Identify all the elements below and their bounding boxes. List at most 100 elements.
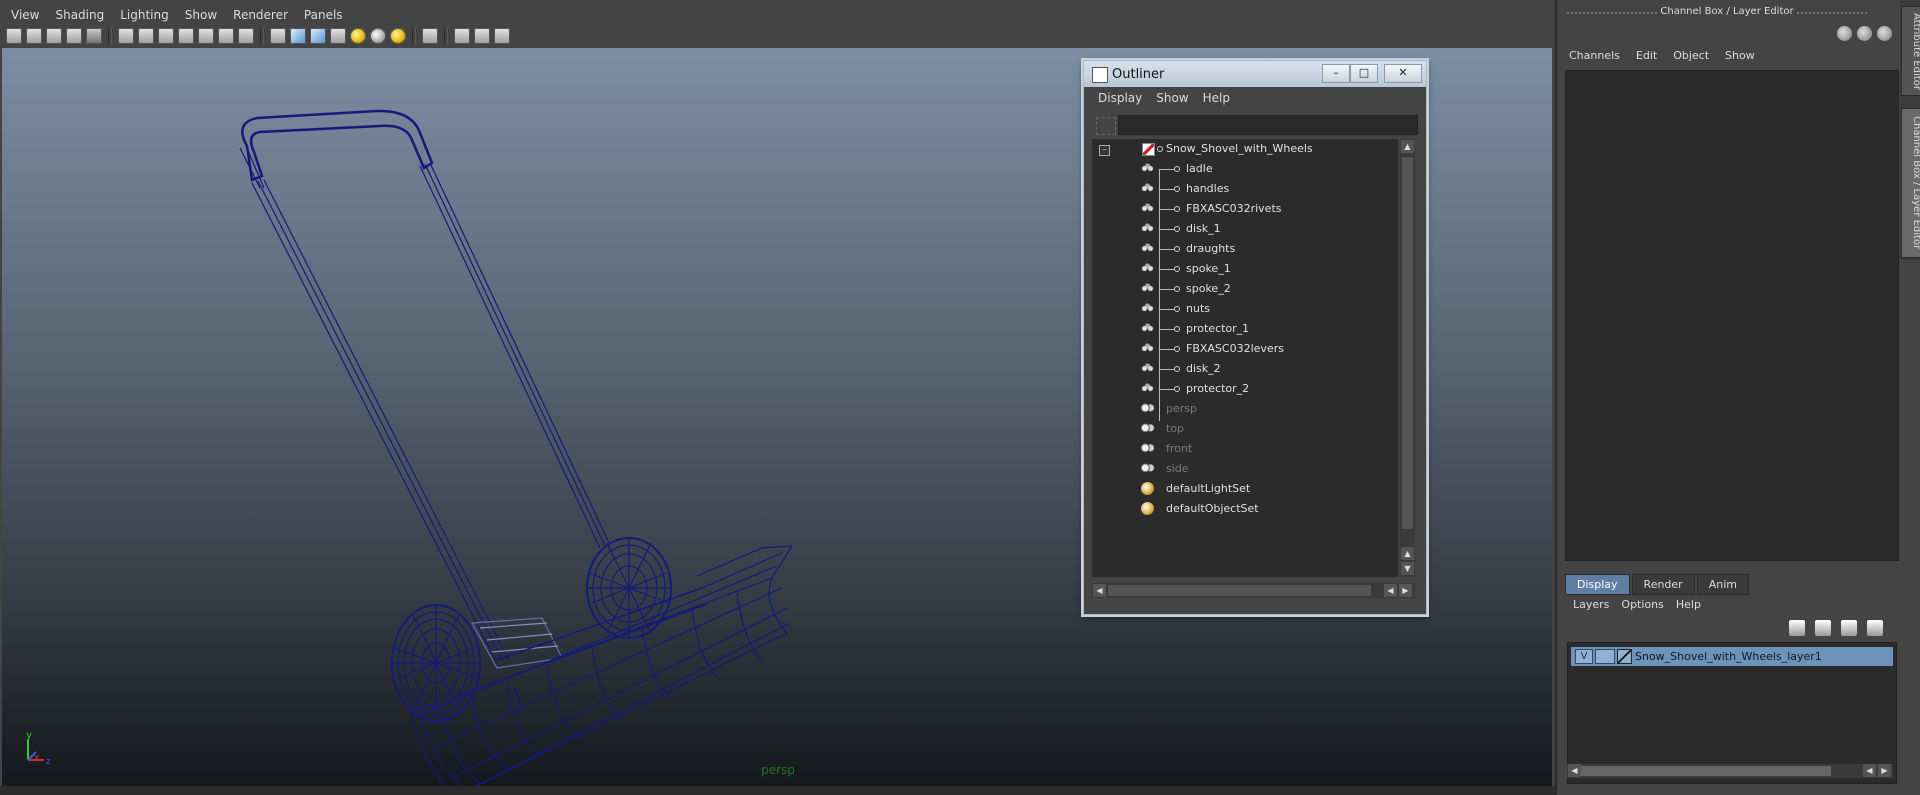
gate-mask-icon[interactable]: [178, 28, 194, 44]
tree-item[interactable]: nuts: [1092, 299, 1392, 319]
tab-anim[interactable]: Anim: [1696, 574, 1749, 595]
2d-pan-zoom-icon[interactable]: [86, 28, 102, 44]
scroll-up-icon[interactable]: ▲: [1401, 140, 1414, 153]
tab-display[interactable]: Display: [1565, 574, 1630, 595]
tree-item-root[interactable]: – Snow_Shovel_with_Wheels: [1092, 139, 1392, 159]
menu-panels[interactable]: Panels: [304, 8, 343, 22]
menu-object[interactable]: Object: [1673, 49, 1709, 62]
layer-row[interactable]: V Snow_Shovel_with_Wheels_layer1: [1571, 647, 1893, 666]
safe-action-icon[interactable]: [218, 28, 234, 44]
tree-item-set[interactable]: defaultObjectSet: [1092, 499, 1392, 519]
menu-options[interactable]: Options: [1621, 598, 1663, 611]
shadows-icon[interactable]: [370, 28, 386, 44]
outliner-titlebar[interactable]: Outliner – □ ✕: [1084, 61, 1426, 87]
new-empty-layer-icon[interactable]: [1841, 620, 1857, 636]
tab-attribute-editor[interactable]: Attribute Editor: [1901, 6, 1920, 96]
film-gate-icon[interactable]: [138, 28, 154, 44]
scroll-left-icon[interactable]: ◀: [1093, 584, 1106, 597]
share-icon[interactable]: [494, 28, 510, 44]
tree-item[interactable]: protector_1: [1092, 319, 1392, 339]
scroll-thumb[interactable]: [1581, 766, 1831, 776]
outliner-vertical-scrollbar[interactable]: ▲ ▲ ▼: [1400, 139, 1415, 577]
create-layer-icon[interactable]: [1867, 620, 1883, 636]
textured-icon[interactable]: [330, 28, 346, 44]
minimize-button[interactable]: –: [1322, 64, 1350, 83]
menu-shading[interactable]: Shading: [55, 8, 104, 22]
outliner-menu-display[interactable]: Display: [1098, 91, 1142, 109]
layers-stack-icon[interactable]: [1815, 620, 1831, 636]
scroll-right-icon[interactable]: ▶: [1399, 584, 1412, 597]
menu-show[interactable]: Show: [1725, 49, 1755, 62]
menu-renderer[interactable]: Renderer: [233, 8, 288, 22]
tree-item[interactable]: disk_1: [1092, 219, 1392, 239]
tree-item[interactable]: spoke_1: [1092, 259, 1392, 279]
xray-icon[interactable]: [454, 28, 470, 44]
tree-item[interactable]: handles: [1092, 179, 1392, 199]
speed-icon[interactable]: [1857, 26, 1872, 41]
menu-view[interactable]: View: [11, 8, 39, 22]
tree-item[interactable]: ladle: [1092, 159, 1392, 179]
tree-item[interactable]: disk_2: [1092, 359, 1392, 379]
scroll-thumb[interactable]: [1108, 585, 1371, 596]
close-button[interactable]: ✕: [1384, 64, 1422, 83]
outliner-horizontal-scrollbar[interactable]: ◀ ◀ ▶: [1092, 583, 1415, 598]
image-plane-icon[interactable]: [66, 28, 82, 44]
tab-channel-box[interactable]: Channel Box / Layer Editor: [1901, 108, 1920, 258]
isolate-select-icon[interactable]: [422, 28, 438, 44]
outliner-search-input[interactable]: [1118, 115, 1418, 135]
tree-item[interactable]: draughts: [1092, 239, 1392, 259]
drag-handle[interactable]: [1797, 12, 1867, 14]
menu-layers[interactable]: Layers: [1573, 598, 1609, 611]
hyper-icon[interactable]: [1877, 26, 1892, 41]
tree-item[interactable]: FBXASC032levers: [1092, 339, 1392, 359]
maximize-button[interactable]: □: [1350, 64, 1378, 83]
tree-item[interactable]: spoke_2: [1092, 279, 1392, 299]
layer-name[interactable]: Snow_Shovel_with_Wheels_layer1: [1635, 650, 1822, 663]
menu-show[interactable]: Show: [185, 8, 217, 22]
safe-title-icon[interactable]: [238, 28, 254, 44]
tab-render[interactable]: Render: [1631, 574, 1695, 595]
outliner-tree[interactable]: – Snow_Shovel_with_Wheels ladle handles …: [1092, 139, 1398, 577]
smooth-shade-icon[interactable]: [290, 28, 306, 44]
tree-item[interactable]: FBXASC032rivets: [1092, 199, 1392, 219]
scroll-down-icon[interactable]: ▼: [1401, 562, 1414, 575]
field-chart-icon[interactable]: [198, 28, 214, 44]
layer-list[interactable]: V Snow_Shovel_with_Wheels_layer1: [1567, 642, 1897, 784]
layer-visibility-toggle[interactable]: V: [1575, 649, 1593, 664]
tree-item-camera[interactable]: persp: [1092, 399, 1392, 419]
scroll-up-icon[interactable]: ▲: [1401, 547, 1414, 560]
new-layer-from-selection-icon[interactable]: [1789, 620, 1805, 636]
select-camera-icon[interactable]: [6, 28, 22, 44]
collapse-toggle[interactable]: –: [1099, 145, 1110, 156]
menu-edit[interactable]: Edit: [1636, 49, 1657, 62]
tree-item-set[interactable]: defaultLightSet: [1092, 479, 1392, 499]
scroll-right-icon[interactable]: ▶: [1878, 764, 1891, 777]
scroll-left-icon[interactable]: ◀: [1384, 584, 1397, 597]
outliner-menu-help[interactable]: Help: [1203, 91, 1230, 109]
high-quality-lighting-icon[interactable]: [390, 28, 406, 44]
tree-item-camera[interactable]: front: [1092, 439, 1392, 459]
camera-attributes-icon[interactable]: [26, 28, 42, 44]
scroll-thumb[interactable]: [1402, 157, 1413, 529]
menu-help[interactable]: Help: [1676, 598, 1701, 611]
scroll-left-icon[interactable]: ◀: [1568, 764, 1581, 777]
xray-joints-icon[interactable]: [474, 28, 490, 44]
bookmarks-icon[interactable]: [46, 28, 62, 44]
wireframe-on-shaded-icon[interactable]: [310, 28, 326, 44]
tree-item[interactable]: protector_2: [1092, 379, 1392, 399]
tree-item-camera[interactable]: side: [1092, 459, 1392, 479]
menu-channels[interactable]: Channels: [1569, 49, 1620, 62]
tree-item-camera[interactable]: top: [1092, 419, 1392, 439]
layer-playback-toggle[interactable]: [1595, 649, 1615, 664]
menu-lighting[interactable]: Lighting: [120, 8, 169, 22]
manipulator-icon[interactable]: [1837, 26, 1852, 41]
outliner-menu-show[interactable]: Show: [1156, 91, 1188, 109]
layer-horizontal-scrollbar[interactable]: ◀ ◀ ▶: [1567, 764, 1893, 778]
filter-icon[interactable]: [1096, 117, 1116, 135]
outliner-window[interactable]: Outliner – □ ✕ Display Show Help – Snow_…: [1083, 60, 1427, 615]
scroll-left-icon[interactable]: ◀: [1863, 764, 1876, 777]
use-all-lights-icon[interactable]: [350, 28, 366, 44]
wireframe-icon[interactable]: [270, 28, 286, 44]
layer-color-swatch[interactable]: [1617, 649, 1632, 664]
channel-box-area[interactable]: [1565, 70, 1899, 561]
